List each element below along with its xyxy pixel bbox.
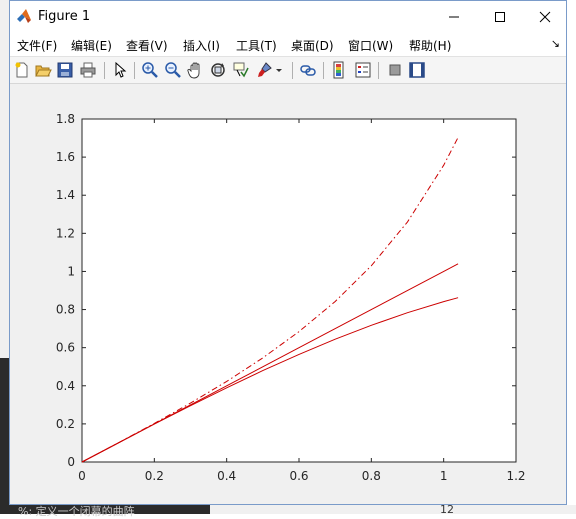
new-figure-icon[interactable] — [13, 61, 31, 79]
menu-tools[interactable]: 工具(T) — [236, 37, 277, 54]
x-tick-label: 1.2 — [506, 469, 525, 483]
y-tick-label: 0.4 — [56, 379, 75, 393]
maximize-icon — [495, 11, 505, 22]
figure-toolbar — [10, 56, 566, 84]
toolbar-separator — [323, 62, 324, 79]
maximize-button[interactable] — [477, 1, 523, 32]
background-bottom-light-pane — [210, 505, 576, 514]
rotate-3d-icon[interactable] — [209, 61, 227, 79]
matlab-logo-icon — [17, 9, 31, 23]
zoom-out-icon[interactable] — [164, 61, 182, 79]
show-plot-tools-icon[interactable] — [408, 61, 426, 79]
figure-window: Figure 1 文件(F) 编辑(E) 查看(V) 插入(I) 工具(T) 桌… — [9, 0, 567, 505]
background-code-text: %: 定义一个闭幕的曲阵 — [18, 505, 135, 518]
menu-insert[interactable]: 插入(I) — [183, 37, 220, 54]
minimize-button[interactable] — [431, 1, 477, 32]
toolbar-separator — [104, 62, 105, 79]
x-tick-label: 1 — [440, 469, 448, 483]
axes-background — [81, 118, 517, 463]
toolbar-separator — [292, 62, 293, 79]
figure-canvas[interactable]: 0 0.2 0.4 0.6 0.8 1 1.2 0 0.2 0.4 0.6 0.8 1 1.2 1.4 1.… — [10, 84, 566, 504]
y-tick-label: 1.2 — [56, 226, 75, 240]
minimize-icon — [449, 16, 459, 17]
y-tick-label: 1 — [67, 264, 75, 278]
dock-figure-icon[interactable]: ↘ — [551, 37, 560, 50]
background-left-dark-pane — [0, 358, 9, 514]
colorbar-icon[interactable] — [330, 61, 348, 79]
menu-file[interactable]: 文件(F) — [17, 37, 57, 54]
toolbar-separator — [134, 62, 135, 79]
save-icon[interactable] — [56, 61, 74, 79]
background-right-pane — [566, 0, 576, 514]
y-tick-label: 0 — [67, 455, 75, 469]
x-tick-label: 0.2 — [145, 469, 164, 483]
zoom-in-icon[interactable] — [141, 61, 159, 79]
link-plot-icon[interactable] — [299, 61, 317, 79]
toolbar-separator — [378, 62, 379, 79]
open-file-icon[interactable] — [34, 61, 52, 79]
x-tick-label: 0 — [78, 469, 86, 483]
y-tick-label: 0.2 — [56, 417, 75, 431]
close-icon — [539, 11, 551, 22]
data-cursor-icon[interactable] — [232, 61, 250, 79]
hide-plot-tools-icon[interactable] — [386, 61, 404, 79]
line-chart[interactable]: 0 0.2 0.4 0.6 0.8 1 1.2 0 0.2 0.4 0.6 0.8 1 1.2 1.4 1.… — [10, 84, 566, 504]
window-title: Figure 1 — [38, 9, 91, 24]
title-bar[interactable]: Figure 1 — [10, 1, 566, 32]
menu-window[interactable]: 窗口(W) — [348, 37, 393, 54]
x-tick-label: 0.6 — [289, 469, 308, 483]
pan-hand-icon[interactable] — [187, 61, 205, 79]
chevron-down-icon[interactable] — [274, 61, 284, 79]
brush-icon[interactable] — [256, 61, 274, 79]
y-tick-label: 1.8 — [56, 112, 75, 126]
menu-edit[interactable]: 编辑(E) — [71, 37, 112, 54]
y-tick-label: 1.4 — [56, 188, 75, 202]
x-tick-label: 0.8 — [362, 469, 381, 483]
legend-icon[interactable] — [354, 61, 372, 79]
y-tick-label: 0.6 — [56, 341, 75, 355]
menu-desktop[interactable]: 桌面(D) — [291, 37, 334, 54]
y-tick-label: 0.8 — [56, 303, 75, 317]
y-tick-label: 1.6 — [56, 150, 75, 164]
menu-help[interactable]: 帮助(H) — [409, 37, 451, 54]
print-icon[interactable] — [79, 61, 97, 79]
select-arrow-icon[interactable] — [111, 61, 129, 79]
menu-view[interactable]: 查看(V) — [126, 37, 168, 54]
x-tick-label: 0.4 — [217, 469, 236, 483]
menu-bar: 文件(F) 编辑(E) 查看(V) 插入(I) 工具(T) 桌面(D) 窗口(W… — [10, 32, 566, 56]
close-button[interactable] — [522, 1, 568, 32]
